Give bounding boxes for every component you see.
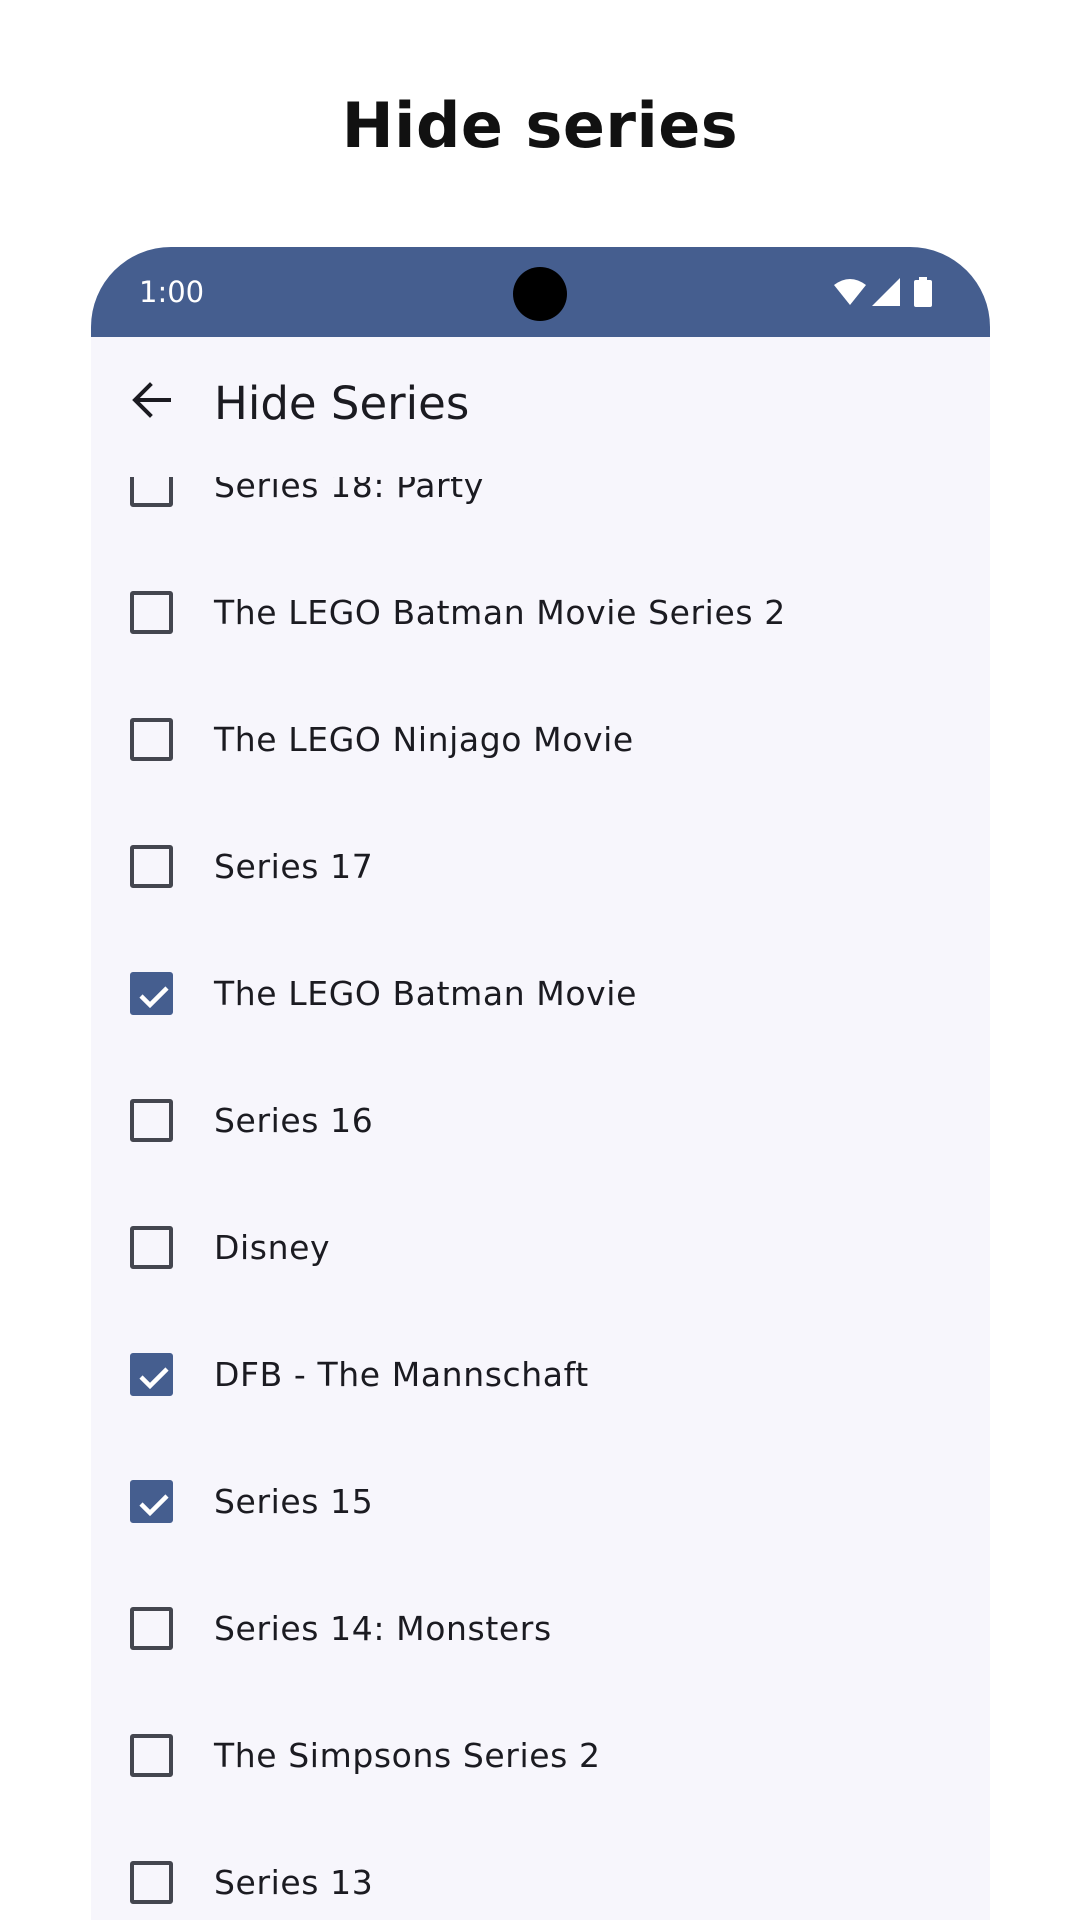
series-list-item[interactable]: The Simpsons Series 2 — [91, 1692, 990, 1819]
checkbox-checked[interactable] — [130, 1353, 173, 1396]
checkbox-unchecked[interactable] — [130, 477, 173, 507]
checkbox-unchecked[interactable] — [130, 591, 173, 634]
series-label: Series 17 — [214, 847, 374, 886]
checkbox-unchecked[interactable] — [130, 1099, 173, 1142]
series-list-content: Series 18: Party The LEGO Batman Movie Se… — [91, 477, 990, 1920]
series-list-item[interactable]: The LEGO Batman Movie — [91, 930, 990, 1057]
page-title: Hide Series — [214, 377, 470, 430]
series-label: The LEGO Batman Movie Series 2 — [214, 593, 786, 632]
series-label: The Simpsons Series 2 — [214, 1736, 601, 1775]
series-label: The LEGO Batman Movie — [214, 974, 637, 1013]
phone-screen: 1:00 Hide Series Series 18: Party The LEG… — [91, 247, 990, 1920]
series-list-item[interactable]: Series 13 — [91, 1819, 990, 1920]
checkbox-checked[interactable] — [130, 972, 173, 1015]
series-label: Series 13 — [214, 1863, 374, 1902]
checkbox-checked[interactable] — [130, 1480, 173, 1523]
checkmark-icon — [139, 1494, 169, 1517]
series-list-item[interactable]: The LEGO Ninjago Movie — [91, 676, 990, 803]
back-button[interactable] — [119, 370, 183, 434]
series-label: DFB - The Mannschaft — [214, 1355, 589, 1394]
checkbox-unchecked[interactable] — [130, 845, 173, 888]
arrow-back-icon — [131, 380, 171, 425]
status-bar: 1:00 — [91, 247, 990, 337]
page-headline: Hide series — [341, 89, 739, 162]
checkmark-icon — [139, 1367, 169, 1390]
checkbox-unchecked[interactable] — [130, 1226, 173, 1269]
series-label: Disney — [214, 1228, 331, 1267]
camera-cutout — [513, 267, 567, 321]
series-label: The LEGO Ninjago Movie — [214, 720, 634, 759]
series-list-item[interactable]: Series 18: Party — [91, 477, 990, 549]
checkbox-unchecked[interactable] — [130, 1861, 173, 1904]
battery-icon — [914, 277, 932, 307]
series-list-item[interactable]: DFB - The Mannschaft — [91, 1311, 990, 1438]
status-icons — [834, 277, 932, 307]
series-label: Series 15 — [214, 1482, 374, 1521]
checkbox-unchecked[interactable] — [130, 1607, 173, 1650]
series-list[interactable]: Series 18: Party The LEGO Batman Movie Se… — [91, 477, 990, 1920]
series-list-item[interactable]: Series 15 — [91, 1438, 990, 1565]
series-list-item[interactable]: Disney — [91, 1184, 990, 1311]
series-list-item[interactable]: Series 17 — [91, 803, 990, 930]
cell-signal-icon — [872, 278, 900, 306]
wifi-icon — [834, 279, 866, 305]
top-app-bar: Hide Series — [91, 337, 990, 477]
checkbox-unchecked[interactable] — [130, 1734, 173, 1777]
series-label: Series 16 — [214, 1101, 374, 1140]
series-list-item[interactable]: Series 14: Monsters — [91, 1565, 990, 1692]
checkbox-unchecked[interactable] — [130, 718, 173, 761]
series-label: Series 14: Monsters — [214, 1609, 552, 1648]
series-list-item[interactable]: Series 16 — [91, 1057, 990, 1184]
series-label: Series 18: Party — [214, 477, 484, 505]
status-time: 1:00 — [139, 275, 205, 309]
checkmark-icon — [139, 986, 169, 1009]
series-list-item[interactable]: The LEGO Batman Movie Series 2 — [91, 549, 990, 676]
